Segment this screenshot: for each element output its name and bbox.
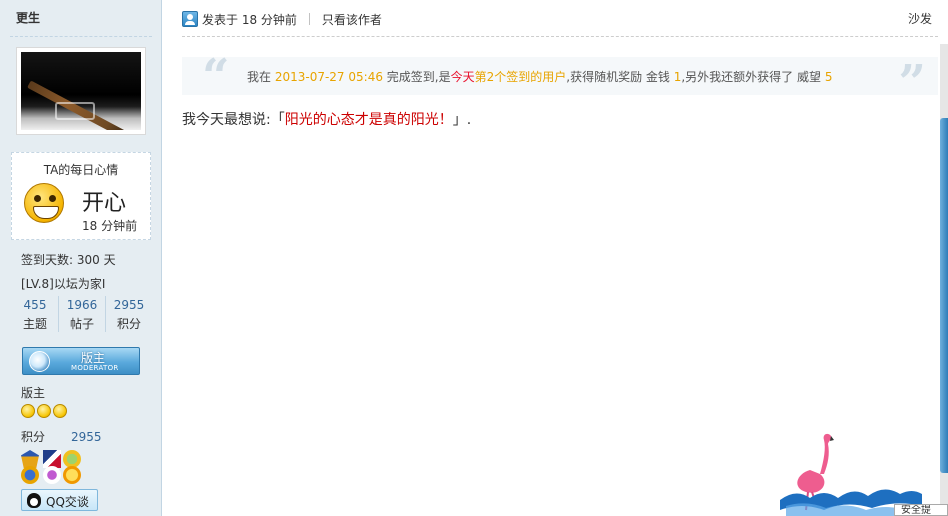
stat-value: 2955 (113, 298, 145, 312)
stat-label: 帖子 (69, 317, 94, 331)
daily-mood-box: TA的每日心情 开心 18 分钟前 (11, 152, 151, 240)
qq-chat-button[interactable]: QQ交谈 (21, 489, 98, 511)
medal-icon[interactable] (63, 466, 81, 484)
post-time: 发表于 18 分钟前 (202, 12, 297, 27)
quote-text: 我在 2013-07-27 05:46 完成签到,是今天第2个签到的用户,获得随… (247, 68, 832, 85)
stat-topics[interactable]: 455 主题 (12, 296, 59, 332)
medals (21, 448, 85, 484)
rank-stars (21, 404, 67, 418)
points-label: 积分 (21, 430, 46, 444)
points-row: 积分 2955 (21, 428, 102, 445)
mood-prefix: 我今天最想说:「 (182, 112, 285, 128)
stat-label: 积分 (116, 317, 141, 331)
meta-separator (308, 13, 310, 25)
post-divider (182, 36, 938, 37)
online-user-icon (182, 11, 198, 27)
quote-part: ,获得随机奖励 金钱 (566, 70, 674, 84)
checkin-days: 签到天数: 300 天 (21, 253, 116, 267)
sun-icon (37, 404, 51, 418)
checkin-quote: “ 我在 2013-07-27 05:46 完成签到,是今天第2个签到的用户,获… (182, 53, 938, 107)
happy-face-icon (24, 183, 64, 223)
vertical-scrollbar[interactable] (940, 44, 948, 516)
sidebar-divider (10, 36, 152, 37)
open-quote-icon: “ (202, 49, 230, 105)
stat-value: 1966 (66, 298, 98, 312)
moderator-badge: 版主 MODERATOR (22, 347, 140, 375)
user-stats: 455 主题 1966 帖子 2955 积分 (12, 296, 152, 332)
user-level: [LV.8]以坛为家I (21, 277, 106, 291)
avatar[interactable] (16, 47, 146, 135)
checkin-rank: 第2个签到的用户 (474, 70, 567, 84)
stat-value: 455 (23, 298, 47, 312)
badge-en-label: MODERATOR (71, 364, 119, 372)
moderator-ring-icon (29, 351, 50, 372)
quote-part: 我在 (247, 70, 275, 84)
mood-text: 开心 (82, 191, 127, 216)
display-stand-image (55, 102, 95, 120)
mood-time: 18 分钟前 (82, 219, 138, 233)
medal-icon[interactable] (21, 466, 39, 484)
corner-popup[interactable]: 安全提 (894, 504, 948, 516)
qq-chat-label: QQ交谈 (46, 495, 89, 509)
points-value: 2955 (71, 430, 102, 444)
mood-suffix: 」. (452, 112, 472, 128)
stat-points[interactable]: 2955 积分 (106, 296, 152, 332)
author-only-link[interactable]: 只看该作者 (322, 11, 382, 28)
quote-part: ,另外我还额外获得了 威望 (681, 70, 825, 84)
stat-label: 主题 (22, 317, 47, 331)
sun-icon (53, 404, 67, 418)
reward-reputation: 5 (824, 70, 833, 84)
checkin-date: 2013-07-27 05:46 (274, 70, 383, 84)
floor-number[interactable]: 沙发 (908, 10, 932, 27)
mood-quote: 阳光的心态才是真的阳光！ (284, 112, 453, 128)
sun-icon (21, 404, 35, 418)
post-meta: 发表于 18 分钟前 只看该作者 (182, 10, 382, 28)
user-group[interactable]: 版主 (21, 384, 45, 401)
medal-icon[interactable] (43, 466, 61, 484)
username[interactable]: 更生 (16, 9, 40, 26)
qq-penguin-icon (27, 493, 41, 508)
scrollbar-thumb[interactable] (940, 118, 948, 473)
avatar-image (21, 52, 141, 130)
quote-part: 完成签到,是 (382, 70, 451, 84)
user-sidebar: 更生 TA的每日心情 开心 18 分钟前 签到天数: 300 天 [LV.8]以… (0, 0, 162, 516)
mood-message: 我今天最想说:「阳光的心态才是真的阳光！」. (182, 109, 471, 129)
close-quote-icon: ” (898, 55, 926, 111)
stat-posts[interactable]: 1966 帖子 (59, 296, 106, 332)
mood-title: TA的每日心情 (43, 163, 119, 177)
today-label: 今天 (450, 70, 475, 84)
